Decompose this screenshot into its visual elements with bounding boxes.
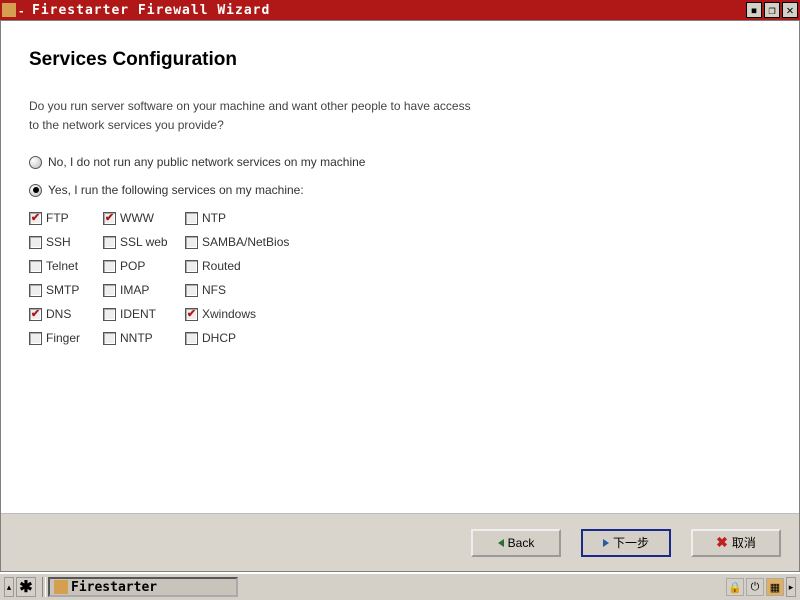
radio-no-label: No, I do not run any public network serv…	[48, 155, 365, 169]
checkbox-ssh[interactable]	[29, 236, 42, 249]
checkbox-www[interactable]	[103, 212, 116, 225]
firestarter-task-icon	[54, 580, 68, 594]
firestarter-icon	[2, 3, 16, 17]
arrow-left-icon	[498, 539, 504, 547]
wizard-window: Services Configuration Do you run server…	[0, 20, 800, 572]
service-xwin[interactable]: Xwindows	[185, 307, 325, 321]
checkbox-finger[interactable]	[29, 332, 42, 345]
service-label-samba: SAMBA/NetBios	[202, 235, 289, 249]
service-ntp[interactable]: NTP	[185, 211, 325, 225]
service-label-routed: Routed	[202, 259, 241, 273]
service-label-ssh: SSH	[46, 235, 71, 249]
service-nfs[interactable]: NFS	[185, 283, 325, 297]
checkbox-nntp[interactable]	[103, 332, 116, 345]
tray-app-icon[interactable]: ▦	[766, 578, 784, 596]
service-samba[interactable]: SAMBA/NetBios	[185, 235, 325, 249]
checkbox-ntp[interactable]	[185, 212, 198, 225]
tray-lock-icon[interactable]: 🔒	[726, 578, 744, 596]
service-pop[interactable]: POP	[103, 259, 185, 273]
service-telnet[interactable]: Telnet	[29, 259, 103, 273]
close-button[interactable]: ✕	[782, 2, 798, 18]
dash-icon: -	[18, 5, 28, 15]
service-label-nntp: NNTP	[120, 331, 153, 345]
taskbar: ▴ ✱ Firestarter 🔒 ⏻ ▦ ▸	[0, 572, 800, 600]
page-title: Services Configuration	[29, 49, 771, 71]
tray-power-icon[interactable]: ⏻	[746, 578, 764, 596]
start-button[interactable]: ✱	[16, 577, 36, 597]
checkbox-pop[interactable]	[103, 260, 116, 273]
radio-no-services[interactable]: No, I do not run any public network serv…	[29, 155, 771, 169]
service-dhcp[interactable]: DHCP	[185, 331, 325, 345]
checkbox-ident[interactable]	[103, 308, 116, 321]
description-line2: to the network services you provide?	[29, 118, 224, 132]
titlebar: - Firestarter Firewall Wizard ▪ ❐ ✕	[0, 0, 800, 20]
button-bar: Back 下一步 ✖ 取消	[1, 513, 799, 571]
wizard-content: Services Configuration Do you run server…	[1, 21, 799, 513]
service-www[interactable]: WWW	[103, 211, 185, 225]
radio-yes-icon[interactable]	[29, 184, 42, 197]
service-imap[interactable]: IMAP	[103, 283, 185, 297]
cancel-button[interactable]: ✖ 取消	[691, 529, 781, 557]
cancel-x-icon: ✖	[716, 534, 728, 551]
maximize-button[interactable]: ❐	[764, 2, 780, 18]
service-routed[interactable]: Routed	[185, 259, 325, 273]
checkbox-dhcp[interactable]	[185, 332, 198, 345]
checkbox-ftp[interactable]	[29, 212, 42, 225]
taskbar-separator	[42, 577, 46, 597]
taskbar-arrow-up[interactable]: ▴	[4, 577, 14, 597]
back-label: Back	[508, 536, 535, 550]
arrow-right-icon	[603, 539, 609, 547]
window-title: Firestarter Firewall Wizard	[32, 3, 746, 18]
service-label-finger: Finger	[46, 331, 80, 345]
service-dns[interactable]: DNS	[29, 307, 103, 321]
system-tray: 🔒 ⏻ ▦ ▸	[726, 577, 796, 597]
window-buttons: ▪ ❐ ✕	[746, 2, 798, 18]
back-button[interactable]: Back	[471, 529, 561, 557]
service-label-sslweb: SSL web	[120, 235, 168, 249]
service-label-pop: POP	[120, 259, 145, 273]
service-label-telnet: Telnet	[46, 259, 78, 273]
service-label-imap: IMAP	[120, 283, 149, 297]
service-finger[interactable]: Finger	[29, 331, 103, 345]
checkbox-telnet[interactable]	[29, 260, 42, 273]
checkbox-dns[interactable]	[29, 308, 42, 321]
description-line1: Do you run server software on your machi…	[29, 99, 471, 113]
service-nntp[interactable]: NNTP	[103, 331, 185, 345]
taskbar-task-label: Firestarter	[71, 580, 157, 595]
checkbox-imap[interactable]	[103, 284, 116, 297]
checkbox-xwin[interactable]	[185, 308, 198, 321]
service-ftp[interactable]: FTP	[29, 211, 103, 225]
checkbox-routed[interactable]	[185, 260, 198, 273]
service-label-dns: DNS	[46, 307, 71, 321]
radio-yes-services[interactable]: Yes, I run the following services on my …	[29, 183, 771, 197]
next-button[interactable]: 下一步	[581, 529, 671, 557]
checkbox-smtp[interactable]	[29, 284, 42, 297]
minimize-button[interactable]: ▪	[746, 2, 762, 18]
service-label-xwin: Xwindows	[202, 307, 256, 321]
checkbox-nfs[interactable]	[185, 284, 198, 297]
service-label-smtp: SMTP	[46, 283, 79, 297]
next-label: 下一步	[613, 534, 649, 551]
cancel-label: 取消	[732, 534, 756, 551]
taskbar-arrow-right[interactable]: ▸	[786, 577, 796, 597]
service-label-ftp: FTP	[46, 211, 69, 225]
checkbox-sslweb[interactable]	[103, 236, 116, 249]
service-label-www: WWW	[120, 211, 154, 225]
service-label-ident: IDENT	[120, 307, 156, 321]
service-label-dhcp: DHCP	[202, 331, 236, 345]
service-ident[interactable]: IDENT	[103, 307, 185, 321]
service-label-nfs: NFS	[202, 283, 226, 297]
service-ssh[interactable]: SSH	[29, 235, 103, 249]
service-sslweb[interactable]: SSL web	[103, 235, 185, 249]
service-label-ntp: NTP	[202, 211, 226, 225]
services-grid: FTP WWW NTP SSH SSL web SAMBA/NetBios Telnet PO…	[29, 211, 771, 345]
radio-yes-label: Yes, I run the following services on my …	[48, 183, 304, 197]
checkbox-samba[interactable]	[185, 236, 198, 249]
taskbar-task-firestarter[interactable]: Firestarter	[48, 577, 238, 597]
service-smtp[interactable]: SMTP	[29, 283, 103, 297]
page-description: Do you run server software on your machi…	[29, 97, 771, 135]
radio-no-icon[interactable]	[29, 156, 42, 169]
